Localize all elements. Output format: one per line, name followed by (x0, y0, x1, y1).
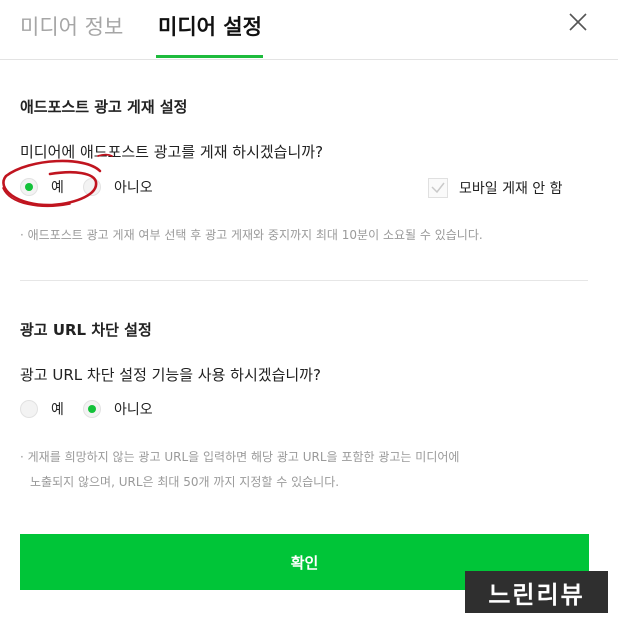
url-note-line1: · 게재를 희망하지 않는 광고 URL을 입력하면 해당 광고 URL을 포함… (20, 450, 460, 464)
url-radio-yes[interactable]: 예 (20, 399, 64, 419)
adpost-note: · 애드포스트 광고 게재 여부 선택 후 광고 게재와 중지까지 최대 10분… (20, 228, 483, 242)
url-question: 광고 URL 차단 설정 기능을 사용 하시겠습니까? (20, 366, 321, 384)
checkbox-box (428, 178, 448, 198)
adpost-radio-no[interactable]: 아니오 (83, 177, 153, 197)
radio-label: 예 (51, 402, 64, 418)
url-radio-no[interactable]: 아니오 (83, 399, 153, 419)
radio-label: 예 (51, 180, 64, 196)
active-tab-indicator (156, 55, 263, 58)
radio-circle (83, 400, 101, 418)
check-icon (431, 182, 445, 194)
tab-media-settings[interactable]: 미디어 설정 (158, 13, 262, 41)
adpost-radio-yes[interactable]: 예 (20, 177, 64, 197)
watermark-logo: 느린리뷰 (465, 571, 608, 613)
radio-circle (83, 178, 101, 196)
mobile-exclude-checkbox[interactable]: 모바일 게재 안 함 (428, 178, 563, 198)
radio-label: 아니오 (114, 402, 153, 418)
radio-circle (20, 400, 38, 418)
url-section-title: 광고 URL 차단 설정 (20, 321, 152, 339)
adpost-section-title: 애드포스트 광고 게재 설정 (20, 98, 188, 116)
url-note-line2: 노출되지 않으며, URL은 최대 50개 까지 지정할 수 있습니다. (30, 475, 340, 489)
tab-media-info[interactable]: 미디어 정보 (20, 13, 123, 41)
section-divider (20, 280, 588, 281)
tab-bar: 미디어 정보 미디어 설정 (0, 0, 618, 60)
radio-circle (20, 178, 38, 196)
radio-label: 아니오 (114, 180, 153, 196)
checkbox-label: 모바일 게재 안 함 (459, 181, 563, 197)
close-button[interactable] (566, 10, 590, 34)
close-icon (569, 13, 587, 31)
adpost-question: 미디어에 애드포스트 광고를 게재 하시겠습니까? (20, 143, 324, 161)
